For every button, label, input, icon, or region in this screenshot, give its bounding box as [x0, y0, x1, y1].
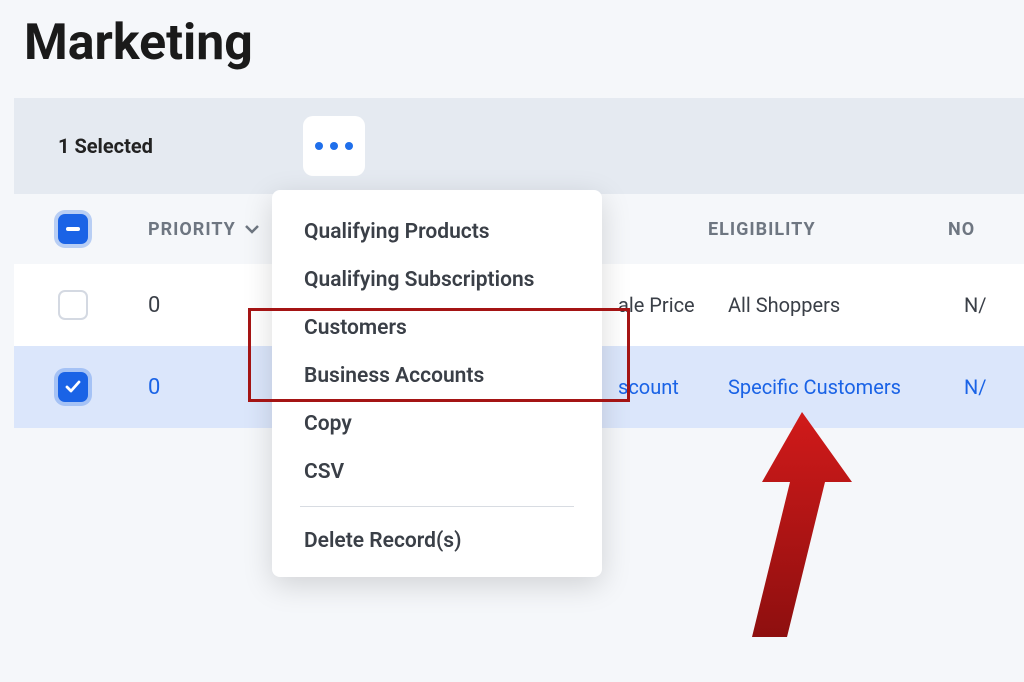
cell-type: ale Price: [618, 293, 728, 317]
cell-eligibility: Specific Customers: [728, 375, 964, 399]
selection-toolbar: 1 Selected: [14, 98, 1024, 194]
menu-item-business-accounts[interactable]: Business Accounts: [272, 352, 602, 400]
menu-item-customers[interactable]: Customers: [272, 304, 602, 352]
cell-eligibility: All Shoppers: [728, 293, 964, 317]
row-checkbox[interactable]: [58, 372, 88, 402]
chevron-down-icon: [244, 221, 260, 237]
menu-item-qualifying-subscriptions[interactable]: Qualifying Subscriptions: [272, 256, 602, 304]
menu-item-delete-records[interactable]: Delete Record(s): [272, 517, 602, 565]
select-all-checkbox[interactable]: [58, 214, 88, 244]
menu-item-qualifying-products[interactable]: Qualifying Products: [272, 208, 602, 256]
row-checkbox[interactable]: [58, 290, 88, 320]
ellipsis-icon: [315, 142, 353, 150]
cell-no: N/: [964, 375, 1024, 399]
cell-type: scount: [618, 375, 728, 399]
column-header-no[interactable]: NO: [948, 219, 1008, 240]
menu-divider: [300, 506, 574, 507]
column-header-eligibility[interactable]: Eligibility: [708, 219, 948, 240]
menu-item-copy[interactable]: Copy: [272, 400, 602, 448]
annotation-arrow-icon: [672, 412, 872, 652]
cell-no: N/: [964, 293, 1024, 317]
column-header-priority-label: Priority: [148, 219, 236, 240]
check-icon: [64, 378, 82, 396]
actions-dropdown: Qualifying Products Qualifying Subscript…: [272, 190, 602, 577]
page-title: Marketing: [14, 0, 1024, 98]
selected-count-label: 1 Selected: [58, 134, 153, 158]
more-actions-button[interactable]: [303, 116, 365, 176]
menu-item-csv[interactable]: CSV: [272, 448, 602, 496]
